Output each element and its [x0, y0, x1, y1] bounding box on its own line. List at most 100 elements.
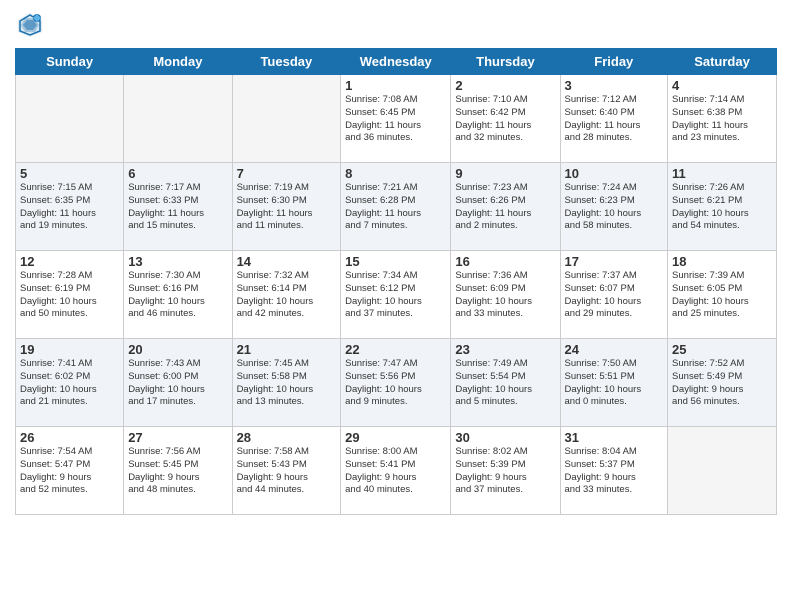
calendar-day: 12Sunrise: 7:28 AMSunset: 6:19 PMDayligh…: [16, 251, 124, 339]
calendar-day: 23Sunrise: 7:49 AMSunset: 5:54 PMDayligh…: [451, 339, 560, 427]
day-number: 12: [20, 254, 119, 269]
calendar-day: 16Sunrise: 7:36 AMSunset: 6:09 PMDayligh…: [451, 251, 560, 339]
calendar-day: [668, 427, 777, 515]
day-header-wednesday: Wednesday: [341, 49, 451, 75]
calendar-day: [232, 75, 341, 163]
calendar-day: 25Sunrise: 7:52 AMSunset: 5:49 PMDayligh…: [668, 339, 777, 427]
day-info: Sunrise: 7:10 AMSunset: 6:42 PMDaylight:…: [455, 94, 555, 145]
day-info: Sunrise: 7:17 AMSunset: 6:33 PMDaylight:…: [128, 182, 227, 233]
day-number: 28: [237, 430, 337, 445]
calendar-day: 20Sunrise: 7:43 AMSunset: 6:00 PMDayligh…: [124, 339, 232, 427]
calendar-day: 31Sunrise: 8:04 AMSunset: 5:37 PMDayligh…: [560, 427, 668, 515]
day-number: 27: [128, 430, 227, 445]
calendar-day: 11Sunrise: 7:26 AMSunset: 6:21 PMDayligh…: [668, 163, 777, 251]
day-number: 10: [565, 166, 664, 181]
day-info: Sunrise: 7:43 AMSunset: 6:00 PMDaylight:…: [128, 358, 227, 409]
calendar-day: [124, 75, 232, 163]
calendar-day: 1Sunrise: 7:08 AMSunset: 6:45 PMDaylight…: [341, 75, 451, 163]
day-info: Sunrise: 7:24 AMSunset: 6:23 PMDaylight:…: [565, 182, 664, 233]
day-header-sunday: Sunday: [16, 49, 124, 75]
calendar-day: [16, 75, 124, 163]
calendar-day: 29Sunrise: 8:00 AMSunset: 5:41 PMDayligh…: [341, 427, 451, 515]
week-row: 5Sunrise: 7:15 AMSunset: 6:35 PMDaylight…: [16, 163, 777, 251]
day-info: Sunrise: 7:21 AMSunset: 6:28 PMDaylight:…: [345, 182, 446, 233]
day-number: 6: [128, 166, 227, 181]
day-header-saturday: Saturday: [668, 49, 777, 75]
calendar-day: 21Sunrise: 7:45 AMSunset: 5:58 PMDayligh…: [232, 339, 341, 427]
day-info: Sunrise: 7:15 AMSunset: 6:35 PMDaylight:…: [20, 182, 119, 233]
day-number: 9: [455, 166, 555, 181]
day-number: 19: [20, 342, 119, 357]
day-number: 18: [672, 254, 772, 269]
day-number: 7: [237, 166, 337, 181]
day-number: 2: [455, 78, 555, 93]
calendar-header-row: SundayMondayTuesdayWednesdayThursdayFrid…: [16, 49, 777, 75]
day-info: Sunrise: 7:54 AMSunset: 5:47 PMDaylight:…: [20, 446, 119, 497]
calendar-day: 3Sunrise: 7:12 AMSunset: 6:40 PMDaylight…: [560, 75, 668, 163]
calendar-day: 10Sunrise: 7:24 AMSunset: 6:23 PMDayligh…: [560, 163, 668, 251]
calendar-day: 24Sunrise: 7:50 AMSunset: 5:51 PMDayligh…: [560, 339, 668, 427]
calendar-day: 27Sunrise: 7:56 AMSunset: 5:45 PMDayligh…: [124, 427, 232, 515]
calendar-day: 6Sunrise: 7:17 AMSunset: 6:33 PMDaylight…: [124, 163, 232, 251]
logo: [15, 10, 47, 40]
calendar-day: 8Sunrise: 7:21 AMSunset: 6:28 PMDaylight…: [341, 163, 451, 251]
day-header-monday: Monday: [124, 49, 232, 75]
day-info: Sunrise: 8:02 AMSunset: 5:39 PMDaylight:…: [455, 446, 555, 497]
day-info: Sunrise: 7:47 AMSunset: 5:56 PMDaylight:…: [345, 358, 446, 409]
calendar-day: 7Sunrise: 7:19 AMSunset: 6:30 PMDaylight…: [232, 163, 341, 251]
calendar-day: 13Sunrise: 7:30 AMSunset: 6:16 PMDayligh…: [124, 251, 232, 339]
week-row: 19Sunrise: 7:41 AMSunset: 6:02 PMDayligh…: [16, 339, 777, 427]
day-header-thursday: Thursday: [451, 49, 560, 75]
day-number: 22: [345, 342, 446, 357]
calendar-day: 2Sunrise: 7:10 AMSunset: 6:42 PMDaylight…: [451, 75, 560, 163]
day-info: Sunrise: 7:50 AMSunset: 5:51 PMDaylight:…: [565, 358, 664, 409]
calendar-day: 5Sunrise: 7:15 AMSunset: 6:35 PMDaylight…: [16, 163, 124, 251]
day-info: Sunrise: 7:56 AMSunset: 5:45 PMDaylight:…: [128, 446, 227, 497]
day-number: 13: [128, 254, 227, 269]
calendar-day: 19Sunrise: 7:41 AMSunset: 6:02 PMDayligh…: [16, 339, 124, 427]
day-info: Sunrise: 7:36 AMSunset: 6:09 PMDaylight:…: [455, 270, 555, 321]
day-info: Sunrise: 7:37 AMSunset: 6:07 PMDaylight:…: [565, 270, 664, 321]
day-info: Sunrise: 7:49 AMSunset: 5:54 PMDaylight:…: [455, 358, 555, 409]
day-info: Sunrise: 7:12 AMSunset: 6:40 PMDaylight:…: [565, 94, 664, 145]
day-info: Sunrise: 7:45 AMSunset: 5:58 PMDaylight:…: [237, 358, 337, 409]
day-number: 17: [565, 254, 664, 269]
day-number: 31: [565, 430, 664, 445]
header: [15, 10, 777, 40]
day-info: Sunrise: 7:52 AMSunset: 5:49 PMDaylight:…: [672, 358, 772, 409]
day-number: 16: [455, 254, 555, 269]
day-info: Sunrise: 7:41 AMSunset: 6:02 PMDaylight:…: [20, 358, 119, 409]
calendar-day: 26Sunrise: 7:54 AMSunset: 5:47 PMDayligh…: [16, 427, 124, 515]
day-info: Sunrise: 7:39 AMSunset: 6:05 PMDaylight:…: [672, 270, 772, 321]
week-row: 26Sunrise: 7:54 AMSunset: 5:47 PMDayligh…: [16, 427, 777, 515]
day-info: Sunrise: 7:14 AMSunset: 6:38 PMDaylight:…: [672, 94, 772, 145]
day-info: Sunrise: 7:08 AMSunset: 6:45 PMDaylight:…: [345, 94, 446, 145]
calendar: SundayMondayTuesdayWednesdayThursdayFrid…: [15, 48, 777, 515]
logo-icon: [15, 10, 45, 40]
calendar-day: 9Sunrise: 7:23 AMSunset: 6:26 PMDaylight…: [451, 163, 560, 251]
day-number: 21: [237, 342, 337, 357]
calendar-day: 22Sunrise: 7:47 AMSunset: 5:56 PMDayligh…: [341, 339, 451, 427]
day-info: Sunrise: 7:32 AMSunset: 6:14 PMDaylight:…: [237, 270, 337, 321]
day-number: 20: [128, 342, 227, 357]
day-info: Sunrise: 7:34 AMSunset: 6:12 PMDaylight:…: [345, 270, 446, 321]
calendar-day: 28Sunrise: 7:58 AMSunset: 5:43 PMDayligh…: [232, 427, 341, 515]
calendar-day: 30Sunrise: 8:02 AMSunset: 5:39 PMDayligh…: [451, 427, 560, 515]
day-info: Sunrise: 8:04 AMSunset: 5:37 PMDaylight:…: [565, 446, 664, 497]
week-row: 1Sunrise: 7:08 AMSunset: 6:45 PMDaylight…: [16, 75, 777, 163]
day-info: Sunrise: 8:00 AMSunset: 5:41 PMDaylight:…: [345, 446, 446, 497]
calendar-day: 15Sunrise: 7:34 AMSunset: 6:12 PMDayligh…: [341, 251, 451, 339]
day-number: 5: [20, 166, 119, 181]
day-number: 23: [455, 342, 555, 357]
day-info: Sunrise: 7:23 AMSunset: 6:26 PMDaylight:…: [455, 182, 555, 233]
day-number: 24: [565, 342, 664, 357]
calendar-day: 4Sunrise: 7:14 AMSunset: 6:38 PMDaylight…: [668, 75, 777, 163]
day-number: 29: [345, 430, 446, 445]
day-info: Sunrise: 7:30 AMSunset: 6:16 PMDaylight:…: [128, 270, 227, 321]
day-number: 26: [20, 430, 119, 445]
day-header-tuesday: Tuesday: [232, 49, 341, 75]
day-info: Sunrise: 7:28 AMSunset: 6:19 PMDaylight:…: [20, 270, 119, 321]
day-number: 14: [237, 254, 337, 269]
day-header-friday: Friday: [560, 49, 668, 75]
week-row: 12Sunrise: 7:28 AMSunset: 6:19 PMDayligh…: [16, 251, 777, 339]
